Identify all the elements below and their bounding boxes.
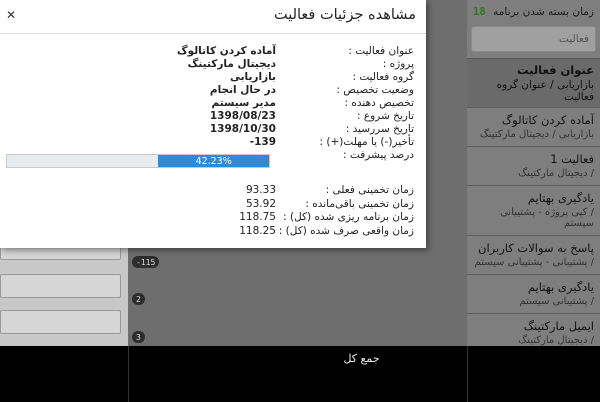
project-value: دیجیتال مارکتینگ: [187, 58, 276, 70]
activity-subtitle: / دیجیتال مارکتینگ: [518, 168, 594, 179]
activity-subtitle: بازاریابی / دیجیتال مارکتینگ: [479, 129, 594, 140]
detail-label: وضعیت تخصیص :: [336, 84, 414, 96]
time-labels: زمان تخمینی فعلی : زمان تخمینی باقی‌ماند…: [278, 184, 414, 238]
count-badge: 2: [132, 293, 145, 305]
activity-subtitle: / پشتیبانی - پشتیبانی سیستم: [474, 257, 594, 268]
current-estimate-value: 93.33: [245, 184, 276, 196]
activity-list-item[interactable]: یادگیری بهتایم / کپی پروژه - پشتیبانی سی…: [467, 185, 600, 235]
activity-list-item[interactable]: یادگیری بهتایم / پشتیبانی سیستم: [467, 274, 600, 313]
planned-total-value: 118.75: [239, 211, 276, 223]
activity-subtitle: / کپی پروژه - پشتیبانی سیستم: [500, 207, 594, 229]
activity-details-modal: مشاهده جزئیات فعالیت ✕ عنوان فعالیت : پر…: [0, 0, 426, 248]
detail-label: تاریخ سررسید :: [345, 123, 414, 135]
activity-title: ایمیل مارکتینگ: [523, 319, 594, 333]
delay-value: -139: [249, 136, 276, 148]
total-label: جمع کل: [343, 351, 380, 365]
sidebar-header-number: 18: [473, 5, 486, 18]
total-row: جمع کل: [0, 346, 600, 370]
activity-list-item[interactable]: پاسخ به سوالات کاربران / پشتیبانی - پشتی…: [467, 235, 600, 274]
column-divider: [467, 346, 468, 402]
column-divider: [128, 346, 129, 402]
sidebar-header-label: زمان بسته شدن برنامه: [493, 5, 594, 18]
activity-sidebar: زمان بسته شدن برنامه 18 فعالیت عنوان فعا…: [467, 0, 600, 346]
activity-title: پاسخ به سوالات کاربران: [478, 241, 594, 255]
time-label: زمان برنامه ریزی شده (کل) :: [283, 211, 414, 223]
progress-bar: 42.23%: [6, 154, 270, 168]
activity-list-item[interactable]: فعالیت 1 / دیجیتال مارکتینگ: [467, 146, 600, 185]
detail-labels: عنوان فعالیت : پروژه : گروه فعالیت : وضع…: [284, 45, 414, 162]
left-field-2[interactable]: [0, 274, 121, 298]
activity-title: یادگیری بهتایم: [527, 280, 594, 294]
close-icon[interactable]: ✕: [6, 9, 16, 21]
modal-title: مشاهده جزئیات فعالیت: [273, 7, 416, 23]
detail-label: گروه فعالیت :: [352, 71, 414, 83]
detail-label: تاریخ شروع :: [356, 110, 414, 122]
progress-percent-text: 42.23%: [195, 155, 232, 167]
activity-subtitle: / پشتیبانی سیستم: [519, 296, 594, 307]
detail-label: تأخیر(-) یا مهلت(+) :: [319, 136, 414, 148]
activity-title: فعالیت 1: [550, 152, 594, 166]
time-values: 93.33 53.92 118.75 118.25: [200, 184, 276, 238]
time-label: زمان واقعی صرف شده (کل) :: [278, 224, 414, 237]
column-header-title: عنوان فعالیت: [516, 63, 594, 77]
remaining-estimate-value: 53.92: [245, 197, 276, 210]
progress-label: درصد پیشرفت :: [343, 149, 414, 161]
count-badge: -115: [132, 256, 160, 268]
bottom-row: [0, 370, 600, 402]
time-label: زمان تخمینی فعلی :: [325, 184, 414, 196]
activity-subtitle: / دیجیتال مارکتینگ: [518, 335, 594, 346]
assigner-value: مدیر سیستم: [211, 97, 276, 109]
count-badge: 3: [132, 331, 145, 343]
activity-column-header: عنوان فعالیت بازاریابی / عنوان گروه فعال…: [467, 58, 600, 107]
start-date-value: 1398/08/23: [209, 110, 276, 122]
activity-group-value: بازاریابی: [229, 71, 276, 83]
detail-label: عنوان فعالیت :: [348, 45, 414, 57]
modal-header: مشاهده جزئیات فعالیت ✕: [0, 0, 426, 34]
activity-title: یادگیری بهتایم: [527, 191, 594, 205]
activity-list-item[interactable]: آماده کردن کاتالوگ بازاریابی / دیجیتال م…: [467, 107, 600, 146]
detail-label: پروژه :: [382, 58, 414, 70]
due-date-value: 1398/10/30: [209, 123, 276, 135]
time-label: زمان تخمینی باقی‌مانده :: [305, 197, 414, 210]
activity-search-input[interactable]: فعالیت: [471, 26, 596, 52]
activity-title: آماده کردن کاتالوگ: [501, 113, 594, 127]
actual-total-value: 118.25: [239, 224, 276, 237]
detail-values: آماده کردن کاتالوگ دیجیتال مارکتینگ بازا…: [168, 45, 276, 149]
left-field-3[interactable]: [0, 310, 121, 334]
activity-title-value: آماده کردن کاتالوگ: [176, 45, 276, 57]
sidebar-header: زمان بسته شدن برنامه 18: [467, 0, 600, 23]
assignment-status-value: در حال انجام: [209, 84, 276, 96]
column-header-subtitle: بازاریابی / عنوان گروه فعالیت: [496, 79, 594, 103]
detail-label: تخصیص دهنده :: [344, 97, 414, 109]
